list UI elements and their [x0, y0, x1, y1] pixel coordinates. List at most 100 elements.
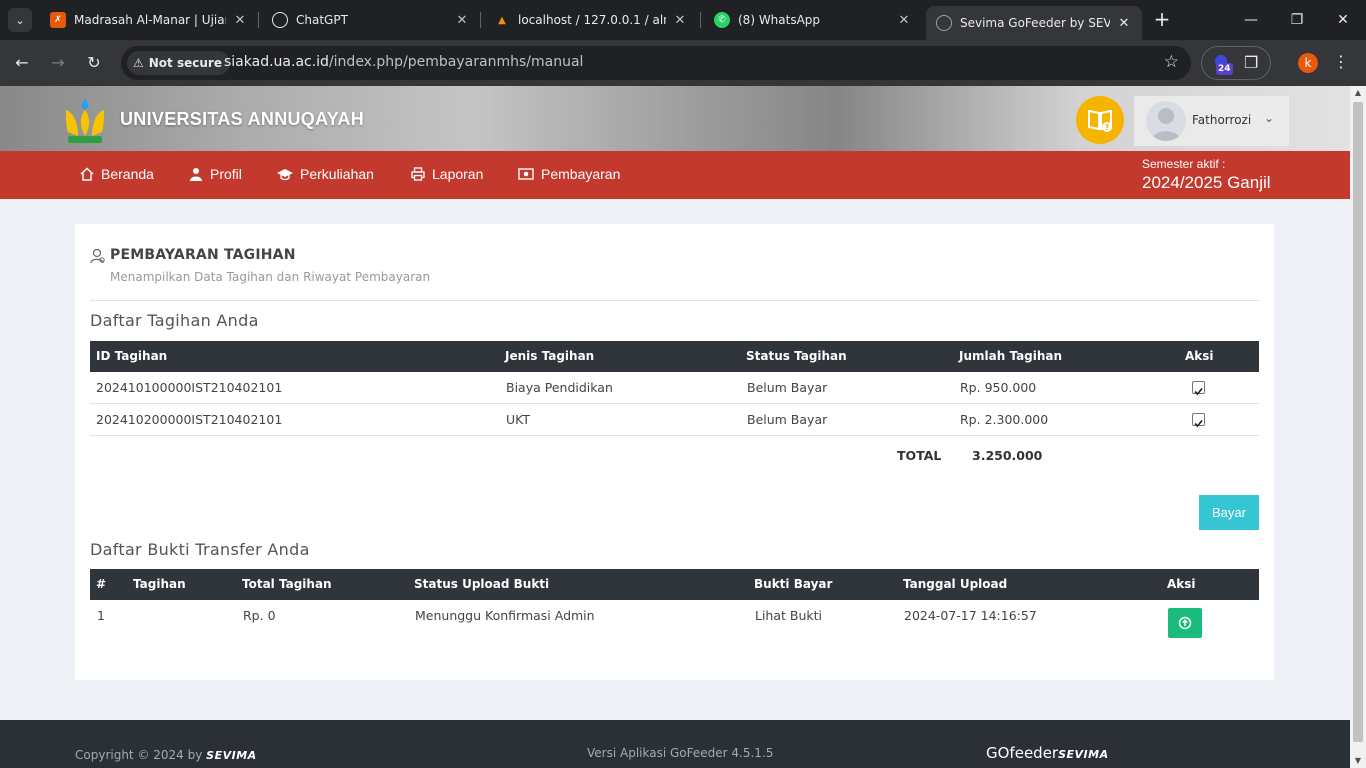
- page-subtitle: Menampilkan Data Tagihan dan Riwayat Pem…: [110, 270, 431, 284]
- profile-avatar[interactable]: k: [1298, 53, 1318, 73]
- extension-button[interactable]: 24: [1212, 53, 1234, 75]
- browser-tab-madrasah[interactable]: ✗ Madrasah Al-Manar | Ujian C ✕: [40, 6, 258, 34]
- security-label: Not secure: [148, 56, 222, 70]
- tab-separator: [480, 12, 481, 28]
- column-header: Total Tagihan: [242, 577, 332, 591]
- nav-label: Beranda: [101, 166, 154, 182]
- globe-icon: [936, 15, 952, 31]
- table-row: 202410200000IST210402101 UKT Belum Bayar…: [90, 404, 1259, 436]
- close-window-button[interactable]: ✕: [1320, 6, 1366, 34]
- browser-tab-gofeeder[interactable]: Sevima GoFeeder by SEVIMA ✕: [926, 6, 1142, 40]
- copyright-text: Copyright © 2024 by: [75, 748, 203, 762]
- address-bar[interactable]: ⚠ Not secure siakad.ua.ac.id/index.php/p…: [121, 46, 1191, 80]
- browser-tab-whatsapp[interactable]: ✆ (8) WhatsApp ✕: [704, 6, 922, 34]
- tab-separator: [700, 12, 701, 28]
- row-number: 1: [97, 608, 105, 623]
- close-icon[interactable]: ✕: [454, 13, 470, 28]
- transfers-section-title: Daftar Bukti Transfer Anda: [90, 540, 310, 559]
- close-icon[interactable]: ✕: [1116, 16, 1132, 31]
- transfers-table: # Tagihan Total Tagihan Status Upload Bu…: [90, 569, 1259, 646]
- column-header: Jenis Tagihan: [505, 349, 595, 363]
- column-header: Aksi: [1185, 349, 1214, 363]
- tab-title: ChatGPT: [296, 13, 348, 27]
- semester-value: 2024/2025 Ganjil: [1142, 173, 1271, 192]
- billing-card: PEMBAYARAN TAGIHAN Menampilkan Data Tagi…: [75, 224, 1274, 680]
- semester-label: Semester aktif :: [1142, 157, 1226, 171]
- puzzle-icon[interactable]: ❐: [1244, 53, 1258, 72]
- more-menu-icon[interactable]: ⋮: [1333, 52, 1349, 71]
- close-icon[interactable]: ✕: [672, 13, 688, 28]
- scrollbar-thumb[interactable]: [1353, 102, 1363, 742]
- extensions-group: 24 ❐: [1201, 46, 1271, 80]
- bill-status: Belum Bayar: [747, 412, 828, 427]
- university-logo-icon: [66, 98, 104, 143]
- forward-button[interactable]: →: [45, 50, 71, 76]
- column-header: Tanggal Upload: [903, 577, 1008, 591]
- university-name[interactable]: UNIVERSITAS ANNUQAYAH: [120, 109, 364, 130]
- tab-search-button[interactable]: ⌄: [8, 8, 32, 32]
- url-text[interactable]: siakad.ua.ac.id/index.php/pembayaranmhs/…: [224, 54, 583, 70]
- bill-type: UKT: [506, 412, 531, 427]
- column-header: #: [96, 577, 107, 591]
- table-header: ID Tagihan Jenis Tagihan Status Tagihan …: [90, 341, 1259, 372]
- help-guide-button[interactable]: ?: [1076, 96, 1124, 144]
- chevron-down-icon: ⌄: [1264, 111, 1275, 125]
- nav-item-laporan[interactable]: Laporan: [411, 166, 483, 182]
- close-icon[interactable]: ✕: [896, 13, 912, 28]
- page-title: PEMBAYARAN TAGIHAN: [110, 247, 296, 263]
- footer-copyright: Copyright © 2024 by SEVIMA: [75, 748, 257, 762]
- column-header: Bukti Bayar: [754, 577, 833, 591]
- nav-label: Profil: [210, 166, 242, 182]
- browser-tab-chatgpt[interactable]: ChatGPT ✕: [262, 6, 480, 34]
- upload-proof-button[interactable]: [1168, 608, 1202, 638]
- scroll-down-arrow-icon[interactable]: ▼: [1350, 754, 1366, 768]
- back-button[interactable]: ←: [9, 50, 35, 76]
- nav-item-beranda[interactable]: Beranda: [80, 166, 154, 182]
- chatgpt-icon: [272, 12, 288, 28]
- column-header: Status Tagihan: [746, 349, 847, 363]
- minimize-button[interactable]: —: [1228, 6, 1274, 34]
- bill-type: Biaya Pendidikan: [506, 380, 613, 395]
- bill-select-checkbox[interactable]: [1192, 413, 1205, 428]
- book-help-icon: ?: [1088, 109, 1112, 132]
- reload-button[interactable]: ↻: [81, 50, 107, 76]
- browser-tab-phpmyadmin[interactable]: ▲ localhost / 127.0.0.1 / alman ✕: [484, 6, 698, 34]
- bill-select-checkbox[interactable]: [1192, 381, 1205, 396]
- column-header: Status Upload Bukti: [414, 577, 550, 591]
- bill-amount: Rp. 950.000: [960, 380, 1037, 395]
- printer-icon: [411, 167, 425, 181]
- close-icon[interactable]: ✕: [232, 13, 248, 28]
- phpmyadmin-icon: ▲: [498, 14, 506, 26]
- site-info-chip[interactable]: ⚠ Not secure: [127, 51, 230, 75]
- view-proof-link[interactable]: Lihat Bukti: [755, 608, 822, 623]
- gofeeder-logo: GOfeederSEVIMA: [986, 744, 1109, 762]
- restore-button[interactable]: ❐: [1274, 6, 1320, 34]
- page-viewport: UNIVERSITAS ANNUQAYAH ? Fathorrozi ⌄ Ber…: [0, 86, 1350, 768]
- bill-id: 202410200000IST210402101: [96, 412, 283, 427]
- user-icon: [190, 168, 202, 181]
- app-version: Versi Aplikasi GoFeeder 4.5.1.5: [587, 746, 774, 760]
- column-header: Tagihan: [133, 577, 186, 591]
- main-navigation: Beranda Profil Perkuliahan Laporan Pemba…: [0, 151, 1350, 199]
- checkmark-icon: [1194, 419, 1203, 428]
- nav-item-pembayaran[interactable]: Pembayaran: [518, 166, 620, 182]
- money-icon: [518, 168, 534, 180]
- bookmark-star-icon[interactable]: ☆: [1164, 52, 1179, 72]
- arrow-up-circle-icon: [1178, 616, 1192, 630]
- nav-item-perkuliahan[interactable]: Perkuliahan: [277, 166, 374, 182]
- page-scrollbar[interactable]: ▲ ▼: [1350, 86, 1366, 768]
- column-header: ID Tagihan: [96, 349, 168, 363]
- nav-label: Perkuliahan: [300, 166, 374, 182]
- column-header: Jumlah Tagihan: [959, 349, 1063, 363]
- nav-label: Pembayaran: [541, 166, 621, 182]
- nav-item-profil[interactable]: Profil: [189, 166, 242, 182]
- table-row: 1 Rp. 0 Menunggu Konfirmasi Admin Lihat …: [90, 600, 1259, 646]
- user-menu[interactable]: Fathorrozi ⌄: [1134, 96, 1289, 146]
- checkmark-icon: [1194, 387, 1203, 396]
- gofeeder-wordmark: GOfeeder: [986, 744, 1059, 762]
- graduation-cap-icon: [277, 169, 293, 181]
- new-tab-button[interactable]: +: [1150, 8, 1174, 32]
- scroll-up-arrow-icon[interactable]: ▲: [1350, 86, 1366, 100]
- url-path: /index.php/pembayaranmhs/manual: [328, 54, 584, 70]
- pay-button[interactable]: Bayar: [1199, 495, 1259, 530]
